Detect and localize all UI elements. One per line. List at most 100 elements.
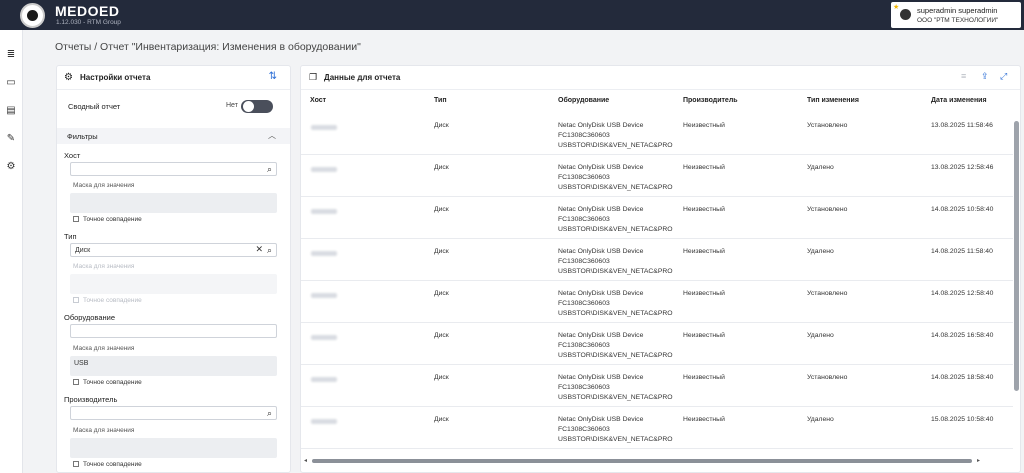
- cell-change-date: 13.08.2025 11:58:46: [931, 122, 993, 129]
- cell-manufacturer: Неизвестный: [683, 290, 725, 297]
- book-icon[interactable]: ▭: [5, 77, 17, 89]
- cell-type: Диск: [434, 206, 449, 213]
- cell-change-type: Удалено: [807, 416, 834, 423]
- copy-icon: ❐: [309, 72, 318, 82]
- search-icon[interactable]: ⌕: [267, 245, 272, 256]
- column-header-change-date[interactable]: Дата изменения: [931, 97, 987, 104]
- table-row[interactable]: Диск Netac OnlyDisk USB Device FC1308C3606…: [301, 281, 1013, 323]
- cell-equipment-id: USBSTOR\DISK&VEN_NETAC&PRO: [558, 226, 673, 233]
- list-icon[interactable]: ≣: [5, 49, 17, 61]
- cell-change-type: Установлено: [807, 122, 848, 129]
- manufacturer-mask-input[interactable]: [70, 438, 277, 458]
- table-row[interactable]: Диск Netac OnlyDisk USB Device FC1308C3606…: [301, 155, 1013, 197]
- cell-equipment-id: USBSTOR\DISK&VEN_NETAC&PRO: [558, 142, 673, 149]
- search-icon[interactable]: ⌕: [267, 408, 272, 419]
- type-mask-input[interactable]: [70, 274, 277, 294]
- gear-icon: ⚙: [64, 72, 73, 83]
- host-redacted: [311, 377, 337, 382]
- cell-change-date: 14.08.2025 16:58:40: [931, 332, 994, 339]
- type-exact-checkbox[interactable]: Точное совпадение: [73, 297, 142, 304]
- clear-icon[interactable]: ✕: [255, 244, 263, 255]
- manufacturer-label: Производитель: [64, 395, 118, 404]
- cell-equipment-serial: FC1308C360603: [558, 342, 610, 349]
- left-rail: ≣ ▭ ▤ ✎ ⚙: [0, 30, 23, 473]
- cell-manufacturer: Неизвестный: [683, 416, 725, 423]
- cell-change-date: 14.08.2025 12:58:40: [931, 290, 994, 297]
- table-row[interactable]: Диск Netac OnlyDisk USB Device FC1308C3606…: [301, 365, 1013, 407]
- summary-toggle[interactable]: [241, 100, 273, 113]
- equipment-input[interactable]: [70, 324, 277, 338]
- equipment-mask-input[interactable]: USB: [70, 356, 277, 376]
- host-redacted: [311, 293, 337, 298]
- cell-change-date: 13.08.2025 12:58:46: [931, 164, 994, 171]
- type-mask-label: Маска для значения: [73, 263, 135, 270]
- table-row[interactable]: Диск Netac OnlyDisk USB Device FC1308C3606…: [301, 407, 1013, 449]
- cell-type: Диск: [434, 122, 449, 129]
- host-label: Хост: [64, 151, 81, 160]
- cell-manufacturer: Неизвестный: [683, 122, 725, 129]
- equipment-label: Оборудование: [64, 313, 116, 322]
- cell-type: Диск: [434, 248, 449, 255]
- vertical-scrollbar[interactable]: [1014, 121, 1019, 391]
- column-header-host[interactable]: Хост: [310, 97, 326, 104]
- cell-equipment-id: USBSTOR\DISK&VEN_NETAC&PRO: [558, 310, 673, 317]
- cell-equipment-id: USBSTOR\DISK&VEN_NETAC&PRO: [558, 268, 673, 275]
- cell-equipment-serial: FC1308C360603: [558, 174, 610, 181]
- list-settings-icon[interactable]: ≡: [961, 71, 966, 81]
- column-header-type[interactable]: Тип: [434, 97, 447, 104]
- equipment-exact-checkbox[interactable]: Точное совпадение: [73, 379, 142, 386]
- equipment-exact-label: Точное совпадение: [83, 379, 142, 386]
- column-header-equipment[interactable]: Оборудование: [558, 97, 609, 104]
- cell-change-date: 15.08.2025 10:58:40: [931, 416, 994, 423]
- column-header-manufacturer[interactable]: Производитель: [683, 97, 738, 104]
- scroll-right-icon[interactable]: ▸: [977, 457, 980, 464]
- user-menu[interactable]: ★ superadmin superadmin ООО "РТМ ТЕХНОЛО…: [891, 2, 1021, 28]
- table-row[interactable]: Диск Netac OnlyDisk USB Device FC1308C3606…: [301, 323, 1013, 365]
- manufacturer-exact-label: Точное совпадение: [83, 461, 142, 468]
- equipment-mask-label: Маска для значения: [73, 345, 135, 352]
- manufacturer-input[interactable]: ⌕: [70, 406, 277, 420]
- cell-equipment-name: Netac OnlyDisk USB Device: [558, 290, 644, 297]
- type-value: Диск: [75, 247, 91, 254]
- host-redacted: [311, 335, 337, 340]
- cell-equipment-name: Netac OnlyDisk USB Device: [558, 332, 644, 339]
- host-exact-checkbox[interactable]: Точное совпадение: [73, 216, 142, 223]
- table-row[interactable]: Диск Netac OnlyDisk USB Device FC1308C3606…: [301, 197, 1013, 239]
- manufacturer-mask-label: Маска для значения: [73, 427, 135, 434]
- data-header: ❐ Данные для отчета ≡ ⇪ ⤢: [301, 66, 1020, 90]
- table-row[interactable]: Диск Netac OnlyDisk USB Device FC1308C3606…: [301, 239, 1013, 281]
- host-mask-input[interactable]: [70, 193, 277, 213]
- cell-change-date: 14.08.2025 10:58:40: [931, 206, 994, 213]
- table-row[interactable]: Диск Netac OnlyDisk USB Device FC1308C3606…: [301, 113, 1013, 155]
- filters-section-header[interactable]: Фильтры ︿: [57, 128, 290, 144]
- logo[interactable]: [20, 3, 45, 28]
- export-icon[interactable]: ⇪: [981, 71, 989, 82]
- host-input[interactable]: ⌕: [70, 162, 277, 176]
- search-icon[interactable]: ⌕: [267, 164, 272, 175]
- settings-header: ⚙ Настройки отчета ⇅: [57, 66, 290, 90]
- fullscreen-icon[interactable]: ⤢: [1000, 71, 1007, 82]
- cell-change-type: Удалено: [807, 332, 834, 339]
- horizontal-scrollbar[interactable]: [312, 459, 972, 463]
- cell-equipment-id: USBSTOR\DISK&VEN_NETAC&PRO: [558, 436, 673, 443]
- avatar: [900, 9, 911, 20]
- column-header-change-type[interactable]: Тип изменения: [807, 97, 859, 104]
- type-input[interactable]: Диск ✕ ⌕: [70, 243, 277, 257]
- chevron-up-icon[interactable]: ︿: [268, 130, 276, 141]
- edit-icon[interactable]: ✎: [5, 133, 17, 145]
- scroll-left-icon[interactable]: ◂: [304, 457, 307, 464]
- filter-settings-icon[interactable]: ⇅: [269, 71, 277, 82]
- cell-equipment-id: USBSTOR\DISK&VEN_NETAC&PRO: [558, 184, 673, 191]
- host-redacted: [311, 419, 337, 424]
- logo-mark-icon: [27, 10, 38, 21]
- document-icon[interactable]: ▤: [5, 105, 17, 117]
- cell-equipment-serial: FC1308C360603: [558, 132, 610, 139]
- settings-title: Настройки отчета: [80, 73, 151, 82]
- gear-icon[interactable]: ⚙: [5, 161, 17, 173]
- host-exact-label: Точное совпадение: [83, 216, 142, 223]
- cell-manufacturer: Неизвестный: [683, 374, 725, 381]
- star-icon: ★: [893, 4, 900, 11]
- manufacturer-exact-checkbox[interactable]: Точное совпадение: [73, 461, 142, 468]
- cell-type: Диск: [434, 416, 449, 423]
- cell-manufacturer: Неизвестный: [683, 206, 725, 213]
